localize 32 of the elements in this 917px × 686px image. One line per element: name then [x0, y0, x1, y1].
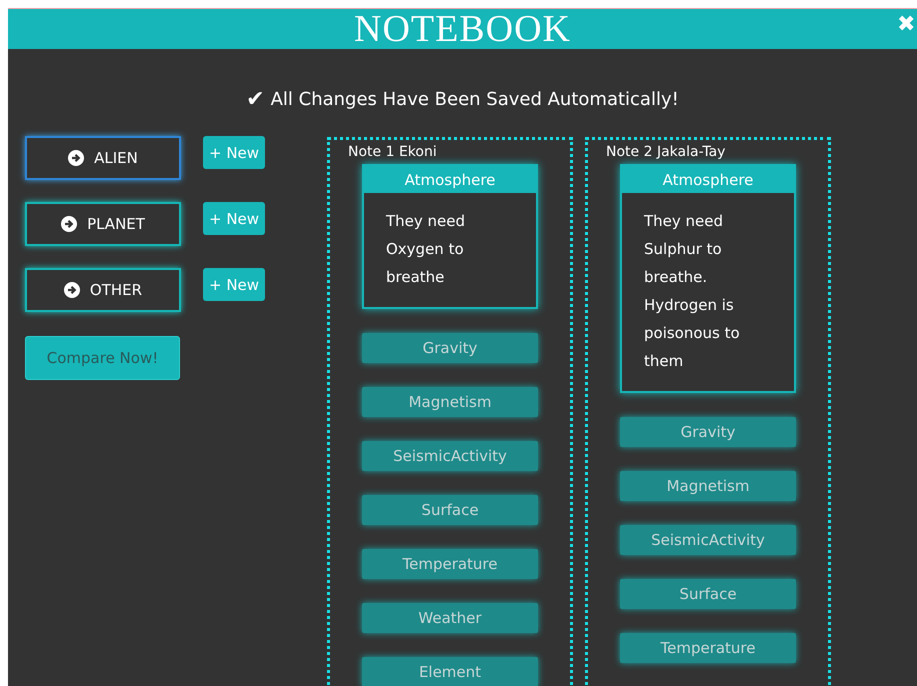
attribute-text: They need Sulphur to breathe. Hydrogen is poisonous to them [622, 193, 794, 391]
attribute-button[interactable]: Temperature [620, 633, 796, 663]
arrow-circle-icon [64, 282, 80, 298]
arrow-circle-icon [61, 216, 78, 232]
attribute-header[interactable]: Atmosphere [622, 166, 794, 193]
new-button[interactable]: + New [203, 202, 266, 235]
attribute-button[interactable]: SeismicActivity [620, 525, 796, 555]
attribute-button[interactable]: Weather [362, 603, 538, 633]
note-title: Note 2 Jakala-Tay [606, 144, 726, 160]
compare-button[interactable]: Compare Now! [25, 336, 180, 380]
attribute-button[interactable]: Surface [362, 495, 538, 525]
attribute-button[interactable]: Gravity [362, 333, 538, 363]
attribute-button[interactable]: Magnetism [620, 471, 796, 501]
category-button[interactable]: ALIEN [25, 136, 181, 180]
attribute-button[interactable]: Magnetism [362, 387, 538, 417]
window-title: NOTEBOOK [354, 9, 571, 49]
attribute-button[interactable]: Element [362, 657, 538, 686]
attribute-header[interactable]: Atmosphere [364, 166, 536, 193]
save-message: All Changes Have Been Saved Automatically! [270, 89, 679, 110]
close-button[interactable]: ✖ [895, 13, 917, 35]
attribute-text: They need Oxygen to breathe [364, 193, 536, 307]
attribute-button[interactable]: Gravity [620, 417, 796, 447]
new-button[interactable]: + New [203, 268, 266, 301]
attribute-button[interactable]: Temperature [362, 549, 538, 579]
attribute-button[interactable]: Surface [620, 579, 796, 609]
attribute-button[interactable]: SeismicActivity [362, 441, 538, 471]
category-button[interactable]: OTHER [25, 268, 181, 312]
arrow-circle-icon [68, 150, 84, 166]
category-button[interactable]: PLANET [25, 202, 181, 246]
check-icon: ✔ [246, 87, 265, 112]
note-title: Note 1 Ekoni [348, 144, 437, 160]
new-button[interactable]: + New [203, 136, 266, 169]
